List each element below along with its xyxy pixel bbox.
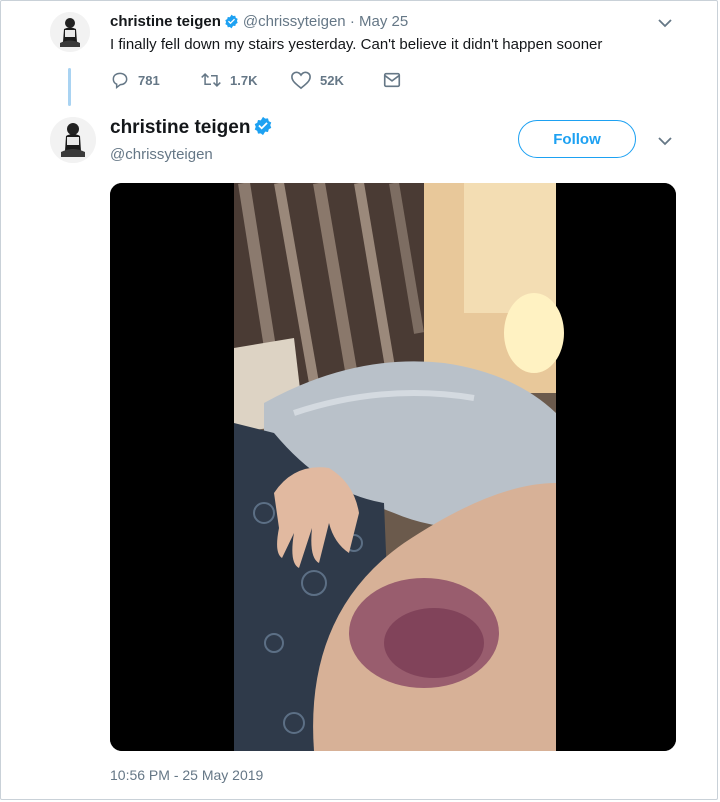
- like-count: 52K: [320, 72, 344, 88]
- separator-dot: ·: [349, 13, 355, 30]
- direct-message-button[interactable]: [382, 70, 402, 90]
- reply-button[interactable]: 781: [110, 70, 160, 90]
- video-player[interactable]: [110, 183, 676, 751]
- reply-icon: [110, 70, 130, 90]
- author-name-row: christine teigen: [110, 116, 277, 143]
- follow-button[interactable]: Follow: [518, 120, 636, 158]
- chevron-down-icon[interactable]: [656, 132, 674, 150]
- retweet-icon: [200, 70, 222, 90]
- retweet-count: 1.7K: [230, 72, 258, 88]
- avatar[interactable]: [50, 12, 90, 52]
- author-name[interactable]: christine teigen: [110, 13, 221, 30]
- video-frame: [110, 183, 676, 751]
- heart-icon: [290, 70, 312, 90]
- verified-badge-icon: [253, 116, 273, 143]
- tweet-text: I finally fell down my stairs yesterday.…: [110, 36, 603, 53]
- envelope-icon: [382, 70, 402, 90]
- author-handle[interactable]: @chrissyteigen: [243, 13, 346, 30]
- verified-badge-icon: [224, 14, 239, 35]
- reply-count: 781: [138, 72, 160, 88]
- author-handle[interactable]: @chrissyteigen: [110, 145, 213, 165]
- thread-connector: [68, 68, 71, 106]
- tweet-date[interactable]: May 25: [359, 13, 408, 30]
- avatar[interactable]: [50, 117, 96, 163]
- parent-tweet-header: christine teigen @chrissyteigen · May 25: [110, 12, 408, 35]
- retweet-button[interactable]: 1.7K: [200, 70, 257, 90]
- author-name[interactable]: christine teigen: [110, 117, 250, 138]
- chevron-down-icon[interactable]: [656, 14, 674, 32]
- like-button[interactable]: 52K: [290, 70, 344, 90]
- tweet-timestamp[interactable]: 10:56 PM - 25 May 2019: [110, 767, 263, 783]
